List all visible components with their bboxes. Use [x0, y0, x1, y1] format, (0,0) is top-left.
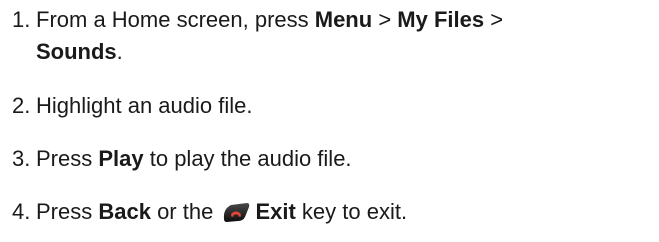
step-text: Press Play to play the audio file.	[36, 146, 352, 171]
step-1: 1. From a Home screen, press Menu > My Fi…	[0, 4, 503, 36]
menu-label: Menu	[314, 7, 373, 32]
step-1-continuation: Sounds.	[36, 39, 123, 64]
step-text: Press Back or the Exit key to exit.	[36, 199, 407, 224]
step-number: 1.	[12, 7, 31, 32]
step-number: 3.	[12, 146, 31, 171]
step-number: 2.	[12, 93, 31, 118]
exit-label: Exit	[255, 199, 296, 224]
back-label: Back	[98, 199, 151, 224]
my-files-label: My Files	[397, 7, 485, 32]
step-number: 4.	[12, 199, 31, 224]
end-call-key-icon	[221, 200, 251, 232]
step-3: 3. Press Play to play the audio file.	[0, 143, 352, 175]
sounds-label: Sounds	[36, 39, 117, 64]
step-4: 4. Press Back or the Exit key to exit.	[0, 196, 407, 232]
instruction-steps: 1. From a Home screen, press Menu > My Fi…	[0, 0, 659, 242]
step-text: From a Home screen, press Menu > My File…	[36, 7, 504, 32]
step-text: Highlight an audio file.	[36, 93, 253, 118]
step-2: 2. Highlight an audio file.	[0, 90, 252, 122]
play-label: Play	[98, 146, 144, 171]
